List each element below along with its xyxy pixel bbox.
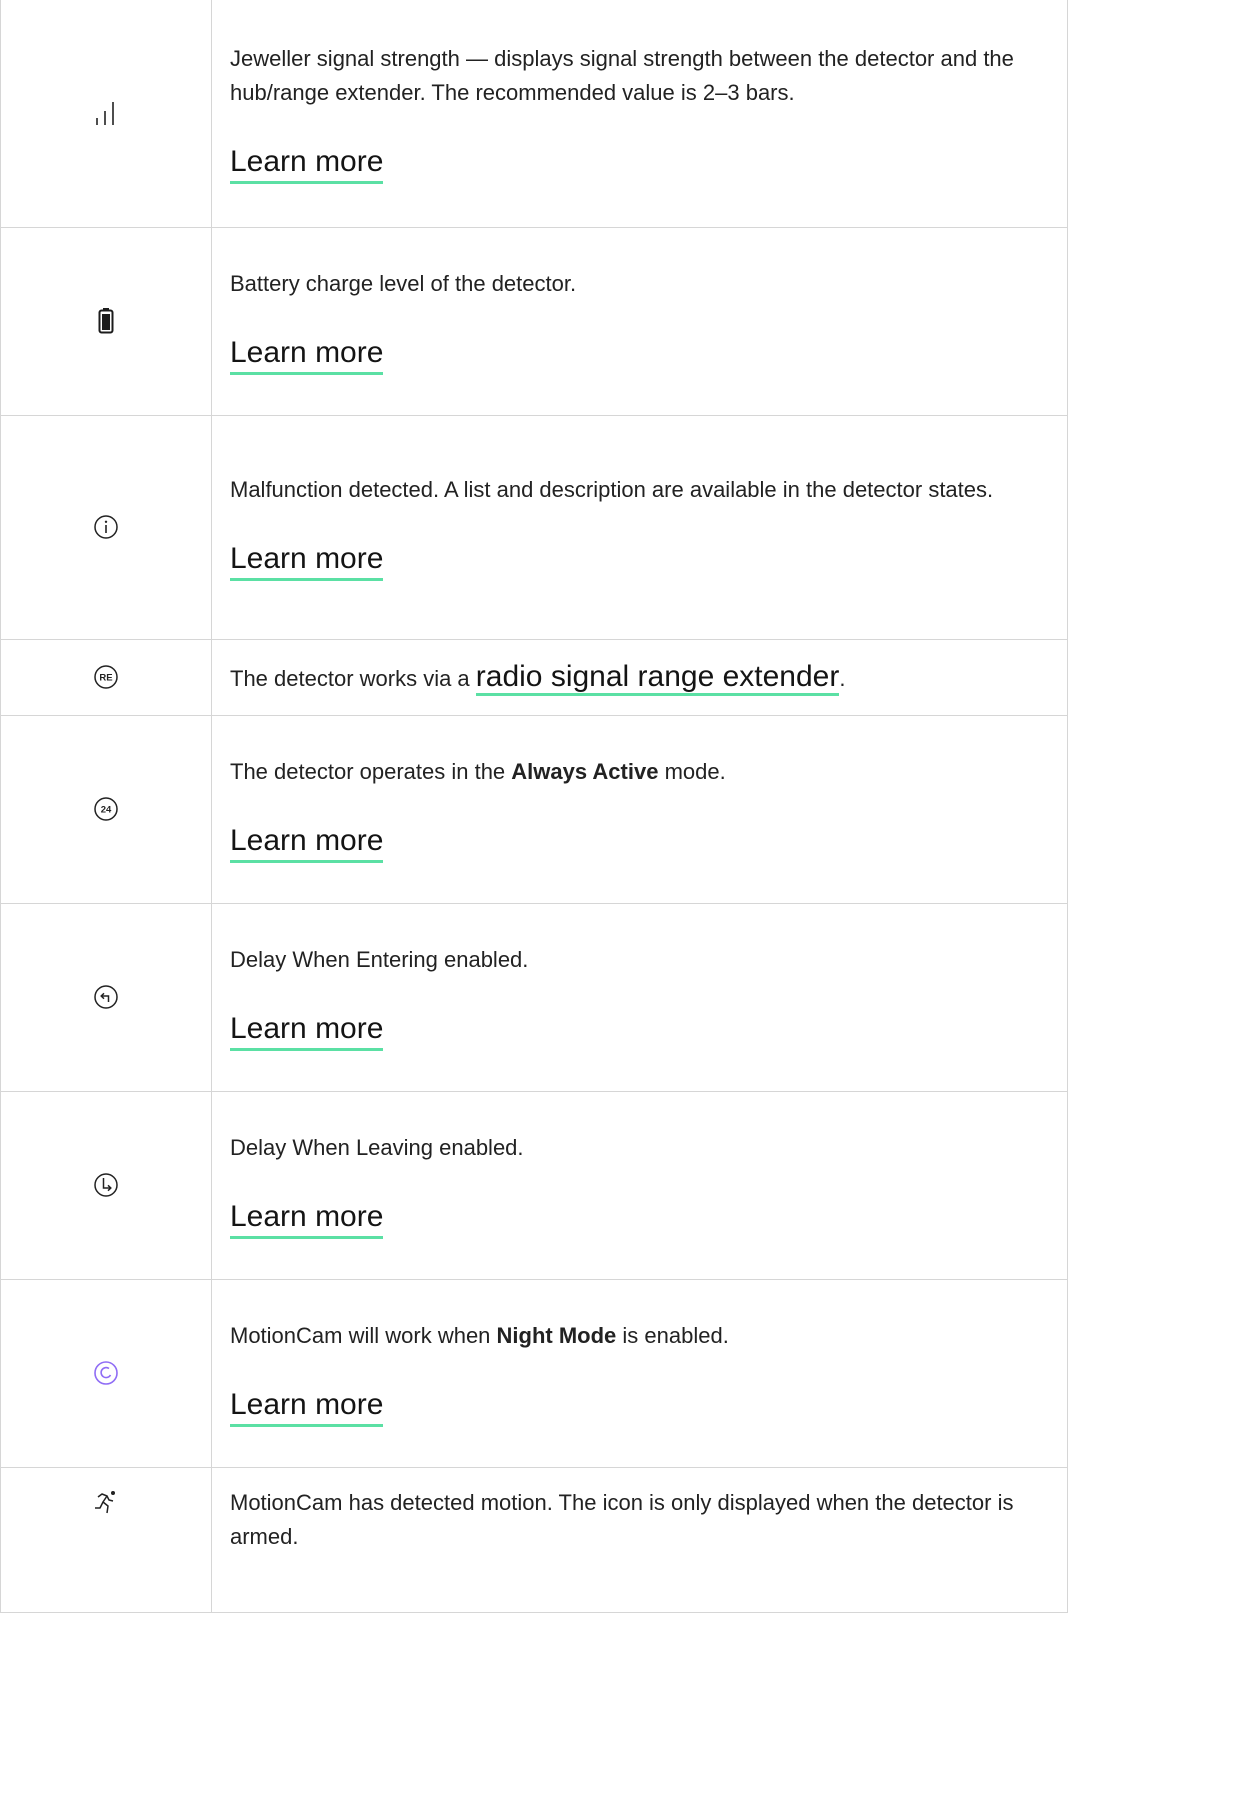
row-description-end: . [839, 665, 846, 691]
icon-cell [0, 902, 212, 1092]
table-row: MotionCam has detected motion. The icon … [0, 1466, 1068, 1613]
row-description-start: The detector operates in the [230, 759, 512, 784]
table-row: Malfunction detected. A list and descrip… [0, 414, 1068, 640]
icon-cell [0, 414, 212, 640]
learn-more-link[interactable]: Learn more [230, 335, 384, 375]
range-extender-link[interactable]: radio signal range extender [475, 659, 840, 696]
icons-legend-table: Jeweller signal strength — displays sign… [0, 0, 1068, 1613]
motion-detected-icon [91, 1488, 121, 1518]
row-description: Malfunction detected. A list and descrip… [230, 477, 994, 502]
table-row: 24 The detector operates in the Always A… [0, 714, 1068, 904]
icon-cell [0, 1278, 212, 1468]
row-description: Delay When Leaving enabled. [230, 1135, 524, 1160]
description-cell: The detector operates in the Always Acti… [211, 714, 1068, 904]
icon-cell [0, 226, 212, 416]
signal-strength-icon [91, 98, 121, 128]
description-cell: Jeweller signal strength — displays sign… [211, 0, 1068, 228]
description-cell: MotionCam has detected motion. The icon … [211, 1466, 1068, 1613]
icon-cell: RE [0, 638, 212, 716]
row-description: MotionCam will work when Night Mode is e… [230, 1319, 1047, 1353]
row-description-end: is enabled. [616, 1323, 729, 1348]
description-cell: MotionCam will work when Night Mode is e… [211, 1278, 1068, 1468]
delay-entering-icon [91, 982, 121, 1012]
battery-icon [91, 306, 121, 336]
row-description: Battery charge level of the detector. [230, 271, 577, 296]
delay-leaving-icon [91, 1170, 121, 1200]
row-description-start: The detector works via a [230, 665, 476, 691]
range-extender-icon: RE [91, 662, 121, 692]
always-active-icon-label: 24 [101, 805, 112, 816]
table-row: MotionCam will work when Night Mode is e… [0, 1278, 1068, 1468]
row-description-start: MotionCam will work when [230, 1323, 497, 1348]
description-cell: The detector works via a radio signal ra… [211, 638, 1068, 716]
table-row: Delay When Leaving enabled. Learn more [0, 1090, 1068, 1280]
table-row: Delay When Entering enabled. Learn more [0, 902, 1068, 1092]
learn-more-link[interactable]: Learn more [230, 1011, 384, 1051]
icon-cell [0, 1090, 212, 1280]
description-cell: Delay When Entering enabled. Learn more [211, 902, 1068, 1092]
row-description: The detector operates in the Always Acti… [230, 755, 1047, 789]
learn-more-link[interactable]: Learn more [230, 541, 384, 581]
table-row: RE The detector works via a radio signal… [0, 638, 1068, 716]
mode-name: Night Mode [496, 1323, 617, 1348]
learn-more-link[interactable]: Learn more [230, 823, 384, 863]
table-row: Battery charge level of the detector. Le… [0, 226, 1068, 416]
night-mode-icon [91, 1358, 121, 1388]
row-description: MotionCam has detected motion. The icon … [230, 1489, 1014, 1549]
info-icon [91, 512, 121, 542]
description-cell: Delay When Leaving enabled. Learn more [211, 1090, 1068, 1280]
mode-name: Always Active [511, 759, 659, 784]
row-description: The detector works via a radio signal ra… [230, 659, 1047, 696]
range-extender-icon-label: RE [99, 673, 112, 684]
learn-more-link[interactable]: Learn more [230, 1387, 384, 1427]
description-cell: Malfunction detected. A list and descrip… [211, 414, 1068, 640]
row-description-end: mode. [658, 759, 726, 784]
learn-more-link[interactable]: Learn more [230, 144, 384, 185]
table-row: Jeweller signal strength — displays sign… [0, 0, 1068, 228]
icon-cell [0, 0, 212, 228]
always-active-icon: 24 [91, 794, 121, 824]
icon-cell [0, 1466, 212, 1613]
row-description: Delay When Entering enabled. [230, 947, 529, 972]
learn-more-link[interactable]: Learn more [230, 1199, 384, 1239]
description-cell: Battery charge level of the detector. Le… [211, 226, 1068, 416]
icon-cell: 24 [0, 714, 212, 904]
row-description: Jeweller signal strength — displays sign… [230, 46, 1014, 106]
